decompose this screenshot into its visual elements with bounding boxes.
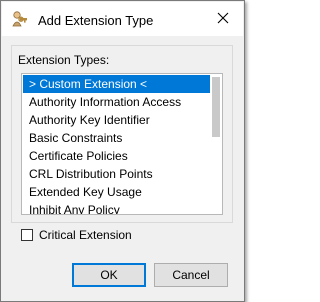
list-item[interactable]: Extended Key Usage [23,183,210,201]
list-item[interactable]: > Custom Extension < [23,75,210,93]
close-icon [217,12,229,27]
critical-extension-row[interactable]: Critical Extension [21,227,132,243]
list-item[interactable]: Inhibit Any Policy [23,201,210,214]
close-button[interactable] [203,2,243,36]
dialog-title: Add Extension Type [38,13,154,28]
list-item[interactable]: Authority Information Access [23,93,210,111]
list-item[interactable]: Certificate Policies [23,147,210,165]
list-scrollbar[interactable] [211,75,221,213]
critical-extension-label: Critical Extension [39,228,132,242]
extension-types-list[interactable]: > Custom Extension < Authority Informati… [21,73,223,215]
list-item[interactable]: Authority Key Identifier [23,111,210,129]
ok-button[interactable]: OK [72,263,146,287]
cancel-button[interactable]: Cancel [154,263,228,287]
title-bar: Add Extension Type [2,2,243,36]
keystore-explorer-icon [11,10,29,28]
critical-extension-checkbox[interactable] [21,229,33,241]
list-item[interactable]: Basic Constraints [23,129,210,147]
list-item[interactable]: CRL Distribution Points [23,165,210,183]
add-extension-type-dialog: Add Extension Type Extension Types: > Cu… [0,0,245,302]
scrollbar-thumb[interactable] [212,77,220,137]
extension-types-group: Extension Types: > Custom Extension < Au… [11,45,233,223]
extension-types-label: Extension Types: [18,53,110,67]
